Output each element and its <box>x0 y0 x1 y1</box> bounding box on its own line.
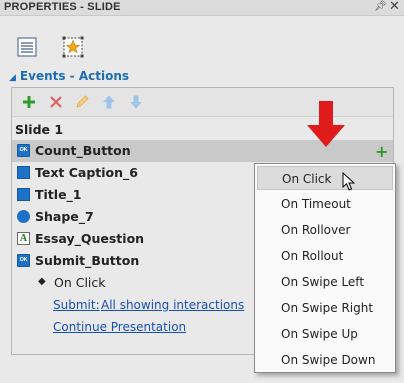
menu-item-on-rollover[interactable]: On Rollover <box>257 218 393 242</box>
collapse-triangle-icon[interactable]: ◢ <box>9 73 16 83</box>
close-icon[interactable]: ✕ <box>389 0 400 14</box>
menu-item-on-swipe-left[interactable]: On Swipe Left <box>257 270 393 294</box>
tree-item-label: Title_1 <box>35 187 82 202</box>
menu-item-on-timeout[interactable]: On Timeout <box>257 192 393 216</box>
tree-item-label: Submit_Button <box>35 253 140 268</box>
event-context-menu: On Click On Timeout On Rollover On Rollo… <box>254 163 396 373</box>
essay-question-icon: A <box>17 232 30 245</box>
action-continue-link[interactable]: Continue Presentation <box>53 320 186 334</box>
red-arrow-icon <box>306 101 346 147</box>
events-actions-section-header[interactable]: ◢ Events - Actions <box>9 69 129 83</box>
menu-item-on-swipe-up[interactable]: On Swipe Up <box>257 322 393 346</box>
move-up-icon[interactable] <box>101 94 117 110</box>
menu-item-on-swipe-down[interactable]: On Swipe Down <box>257 348 393 372</box>
title-icon <box>17 188 30 201</box>
add-event-icon[interactable]: + <box>375 142 388 161</box>
tree-item-label: Essay_Question <box>35 231 145 246</box>
menu-item-on-click[interactable]: On Click <box>257 166 393 190</box>
shape-icon <box>17 210 30 223</box>
mouse-pointer-icon <box>342 171 358 192</box>
tree-item-label: Count_Button <box>35 143 131 158</box>
text-caption-icon <box>17 166 30 179</box>
event-label: On Click <box>54 275 106 290</box>
action-submit-link[interactable]: Submit: <box>53 298 100 312</box>
menu-item-on-swipe-right[interactable]: On Swipe Right <box>257 296 393 320</box>
button-object-icon: OK <box>17 254 30 267</box>
menu-item-on-rollout[interactable]: On Rollout <box>257 244 393 268</box>
delete-icon[interactable] <box>48 94 64 110</box>
effects-star-icon[interactable] <box>62 36 84 58</box>
edit-icon[interactable] <box>74 94 90 110</box>
panel-title-bar: PROPERTIES - SLIDE 📌︎ ✕ <box>0 0 404 16</box>
action-target-link[interactable]: All showing interactions <box>101 298 244 312</box>
add-icon[interactable] <box>21 94 37 110</box>
move-down-icon[interactable] <box>128 94 144 110</box>
properties-list-icon[interactable] <box>16 36 38 58</box>
section-title: Events - Actions <box>19 69 130 83</box>
slide-label: Slide 1 <box>15 122 64 137</box>
pin-icon[interactable]: 📌︎ <box>374 1 387 12</box>
button-object-icon: OK <box>17 144 30 157</box>
diamond-bullet-icon: ◆ <box>38 276 46 287</box>
tree-item-label: Shape_7 <box>35 209 94 224</box>
tree-item-label: Text Caption_6 <box>35 165 138 180</box>
panel-title: PROPERTIES - SLIDE <box>4 1 121 13</box>
